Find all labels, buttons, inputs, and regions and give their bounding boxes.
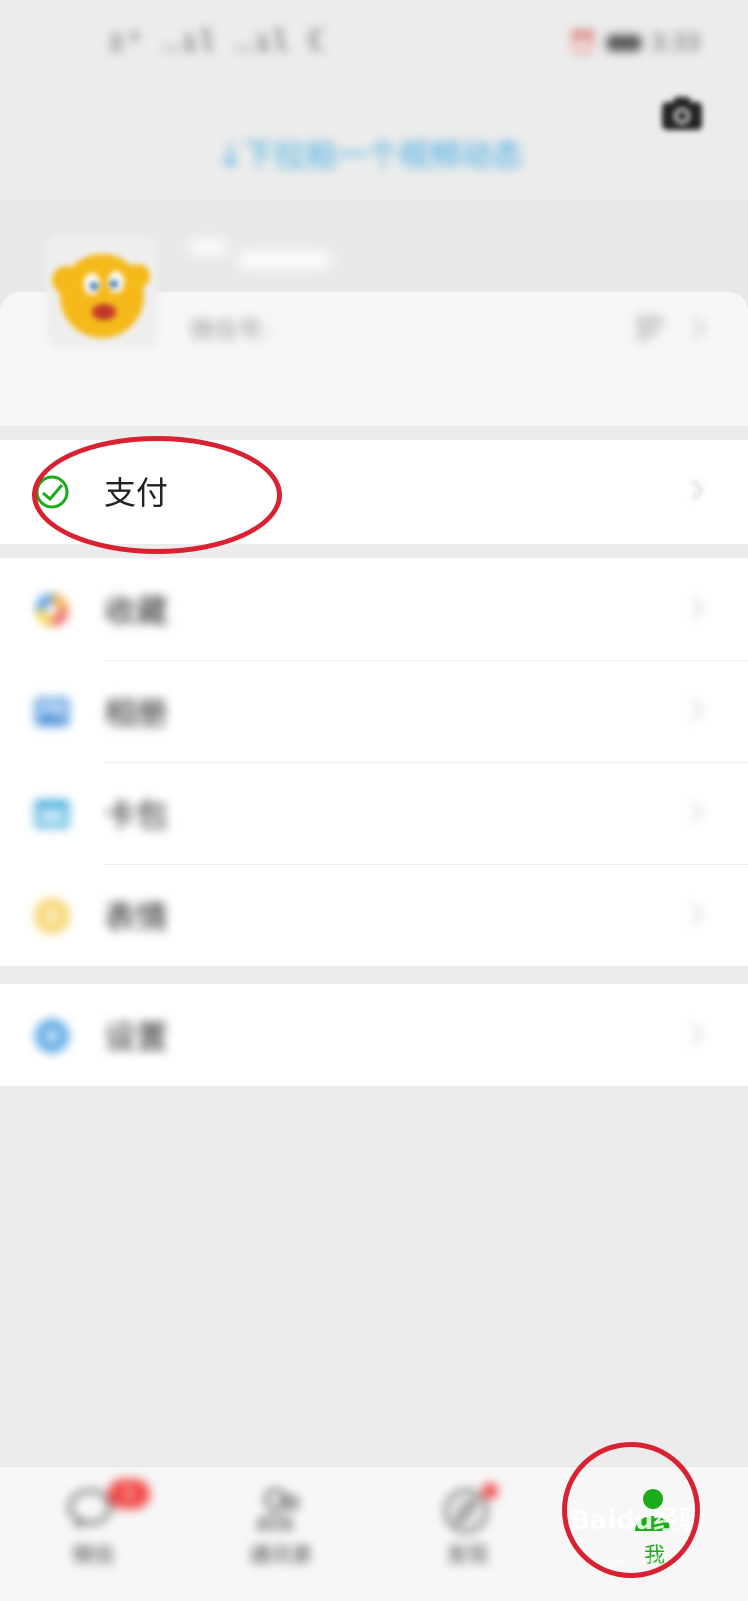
tab-chats[interactable]: 1 微信 (0, 1467, 187, 1601)
tab-label-contacts: 通讯录 (249, 1543, 312, 1567)
battery-icon (606, 35, 641, 51)
unread-badge: 1 (108, 1479, 150, 1509)
status-time: 3:33 (650, 30, 700, 56)
status-right-group: ⏰ 3:33 (569, 28, 700, 58)
settings-section: 设置 (0, 984, 748, 1086)
menu-item-album[interactable]: 相册 (0, 660, 748, 762)
nickname[interactable] (190, 236, 340, 282)
alarm-icon: ⏰ (569, 30, 597, 56)
menu-label-favorites: 收藏 (104, 592, 169, 630)
album-icon (32, 692, 72, 732)
menu-item-cards[interactable]: 卡包 (0, 762, 748, 864)
menu-label-stickers: 表情 (104, 898, 169, 936)
menu-item-pay[interactable]: 支付 (0, 440, 748, 542)
chevron-right-icon (690, 800, 704, 824)
menu-label-cards: 卡包 (104, 796, 169, 834)
profile-chevron-icon (692, 316, 706, 340)
menu-item-stickers[interactable]: 表情 (0, 864, 748, 966)
main-menu-section: 收藏 相册 卡包 表情 (0, 558, 748, 966)
chevron-right-icon (690, 698, 704, 722)
favorites-icon (32, 590, 72, 630)
menu-item-settings[interactable]: 设置 (0, 984, 748, 1086)
settings-icon (32, 1016, 72, 1056)
menu-label-pay: 支付 (104, 474, 169, 512)
wechat-id-label: 微信号: (190, 316, 271, 344)
baidu-watermark-url: jingyan.baidu.com (592, 1554, 694, 1567)
sticker-icon (32, 896, 72, 936)
camera-icon[interactable] (660, 94, 704, 134)
menu-label-album: 相册 (104, 694, 169, 732)
chevron-right-icon (690, 1022, 704, 1046)
pay-section: 支付 (0, 440, 748, 544)
card-wallet-icon (32, 794, 72, 834)
tab-contacts[interactable]: 通讯录 (187, 1467, 374, 1601)
contacts-icon (253, 1483, 305, 1535)
avatar[interactable] (46, 236, 158, 348)
discover-dot (482, 1483, 498, 1499)
menu-item-favorites[interactable]: 收藏 (0, 558, 748, 660)
menu-label-settings: 设置 (104, 1018, 169, 1056)
chevron-right-icon (690, 596, 704, 620)
tab-label-chats: 微信 (72, 1543, 115, 1567)
chevron-right-icon (690, 478, 704, 502)
qr-code-icon[interactable] (638, 316, 662, 340)
wechat-pay-icon (32, 472, 72, 512)
tab-discover[interactable]: 发现 (374, 1467, 561, 1601)
chevron-right-icon (690, 902, 704, 926)
status-signal: ▯ˣ ‥ıl ‥ıl ℂ (108, 24, 326, 57)
wechat-id-row[interactable]: 微信号: (190, 310, 710, 350)
status-bar: ▯ˣ ‥ıl ‥ıl ℂ ⏰ 3:33 (0, 0, 748, 86)
tab-label-discover: 发现 (446, 1543, 489, 1567)
pull-to-post-hint[interactable]: ↓下拉拍一个视频动态 (200, 130, 540, 180)
